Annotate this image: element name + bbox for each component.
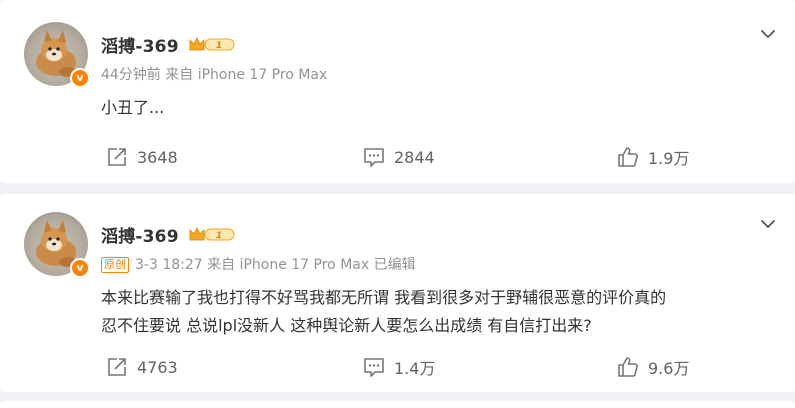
repost-icon: [108, 358, 126, 376]
comment-count: 2844: [394, 147, 435, 167]
repost-count: 4763: [137, 357, 178, 377]
post-text-line: 忍不住要说 总说lpl没新人 这种舆论新人要怎么出成绩 有自信打出来?: [101, 316, 592, 335]
avatar[interactable]: v: [24, 212, 90, 278]
post-time-source: 3-3 18:27 来自 iPhone 17 Pro Max 已编辑: [135, 257, 416, 273]
thumbs-up-icon: [618, 357, 638, 377]
repost-count: 3648: [137, 147, 178, 167]
level-number: 1: [216, 41, 222, 51]
like-button[interactable]: 9.6万: [617, 355, 689, 379]
crown-level-icon: 1: [189, 37, 235, 51]
post-text-line: 小丑了...: [101, 98, 165, 117]
thumbs-up-icon: [618, 147, 638, 167]
verified-badge-icon: v: [70, 258, 90, 278]
comment-count: 1.4万: [394, 359, 436, 378]
post-time-source: 44分钟前 来自 iPhone 17 Pro Max: [101, 67, 328, 83]
post-card: v 滔搏-369 1 原创 3-3 18:27 来自 iPhone 17 Pro …: [0, 194, 795, 392]
like-count: 9.6万: [648, 359, 690, 378]
comment-icon: [364, 148, 384, 167]
comment-button[interactable]: 2844: [363, 145, 435, 169]
avatar[interactable]: v: [24, 22, 90, 88]
repost-button[interactable]: 3648: [106, 145, 178, 169]
author-name[interactable]: 滔搏-369: [101, 222, 179, 247]
repost-button[interactable]: 4763: [106, 355, 178, 379]
chevron-down-icon[interactable]: [760, 216, 776, 232]
action-bar: 4763 1.4万 9.6万: [0, 355, 795, 379]
comment-button[interactable]: 1.4万: [363, 355, 435, 379]
post-text-line: 本来比赛输了我也打得不好骂我都无所谓 我看到很多对于野辅很恶意的评价真的: [101, 288, 667, 307]
like-button[interactable]: 1.9万: [617, 145, 689, 169]
post-text: 小丑了...: [101, 94, 781, 122]
comment-icon: [364, 358, 384, 377]
chevron-down-icon[interactable]: [760, 26, 776, 42]
crown-level-icon: 1: [189, 227, 235, 241]
original-tag: 原创: [101, 257, 129, 273]
action-bar: 3648 2844 1.9万: [0, 145, 795, 169]
post-card-partial: [0, 401, 795, 408]
verified-badge-icon: v: [70, 68, 90, 88]
level-number: 1: [216, 231, 222, 241]
author-name[interactable]: 滔搏-369: [101, 32, 179, 57]
like-count: 1.9万: [648, 149, 690, 168]
post-meta: 44分钟前 来自 iPhone 17 Pro Max: [101, 64, 327, 84]
post-meta: 原创 3-3 18:27 来自 iPhone 17 Pro Max 已编辑: [101, 254, 416, 274]
post-card: v 滔搏-369 1 44分钟前 来自 iPhone 17 Pro Max 小丑…: [0, 0, 795, 183]
post-text: 本来比赛输了我也打得不好骂我都无所谓 我看到很多对于野辅很恶意的评价真的 忍不住…: [101, 284, 781, 340]
repost-icon: [108, 148, 126, 166]
